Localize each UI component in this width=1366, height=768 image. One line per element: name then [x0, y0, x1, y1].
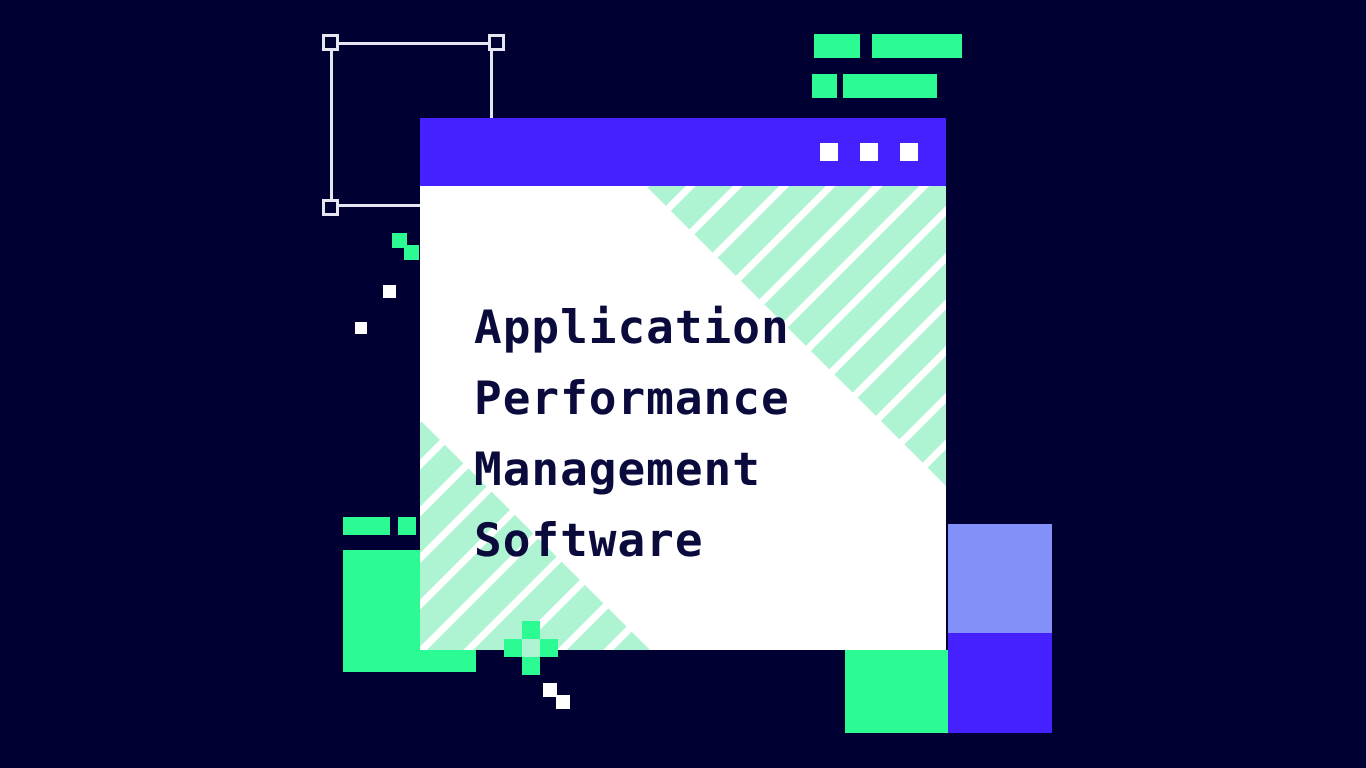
white-square-3: [543, 683, 557, 697]
page-title: Application Performance Management Softw…: [474, 300, 790, 567]
green-bar-5: [343, 517, 390, 535]
green-bar-2: [872, 34, 962, 58]
white-square-4: [556, 695, 570, 709]
blue-block: [948, 633, 1052, 733]
window-titlebar[interactable]: [420, 118, 946, 186]
window-dot-2-icon[interactable]: [860, 143, 878, 161]
white-square-2: [355, 322, 367, 334]
marquee-handle-bottom-left[interactable]: [322, 199, 339, 216]
window-dot-1-icon[interactable]: [820, 143, 838, 161]
green-square-2: [404, 245, 419, 260]
lightblue-block: [948, 524, 1052, 633]
window-dot-3-icon[interactable]: [900, 143, 918, 161]
green-bar-6: [398, 517, 416, 535]
white-square-1: [383, 285, 396, 298]
green-plus-center: [522, 639, 540, 657]
marquee-handle-top-left[interactable]: [322, 34, 339, 51]
green-block-bottom: [845, 650, 948, 733]
poster-canvas: Application Performance Management Softw…: [0, 0, 1366, 768]
green-plus-left: [504, 639, 522, 657]
app-window: Application Performance Management Softw…: [420, 118, 946, 650]
green-bar-4: [843, 74, 937, 98]
green-plus-bottom: [522, 657, 540, 675]
green-plus-top: [522, 621, 540, 639]
green-bar-1: [814, 34, 860, 58]
window-content: Application Performance Management Softw…: [420, 186, 946, 650]
green-bar-3: [812, 74, 837, 98]
green-plus-right: [540, 639, 558, 657]
marquee-handle-top-right[interactable]: [488, 34, 505, 51]
